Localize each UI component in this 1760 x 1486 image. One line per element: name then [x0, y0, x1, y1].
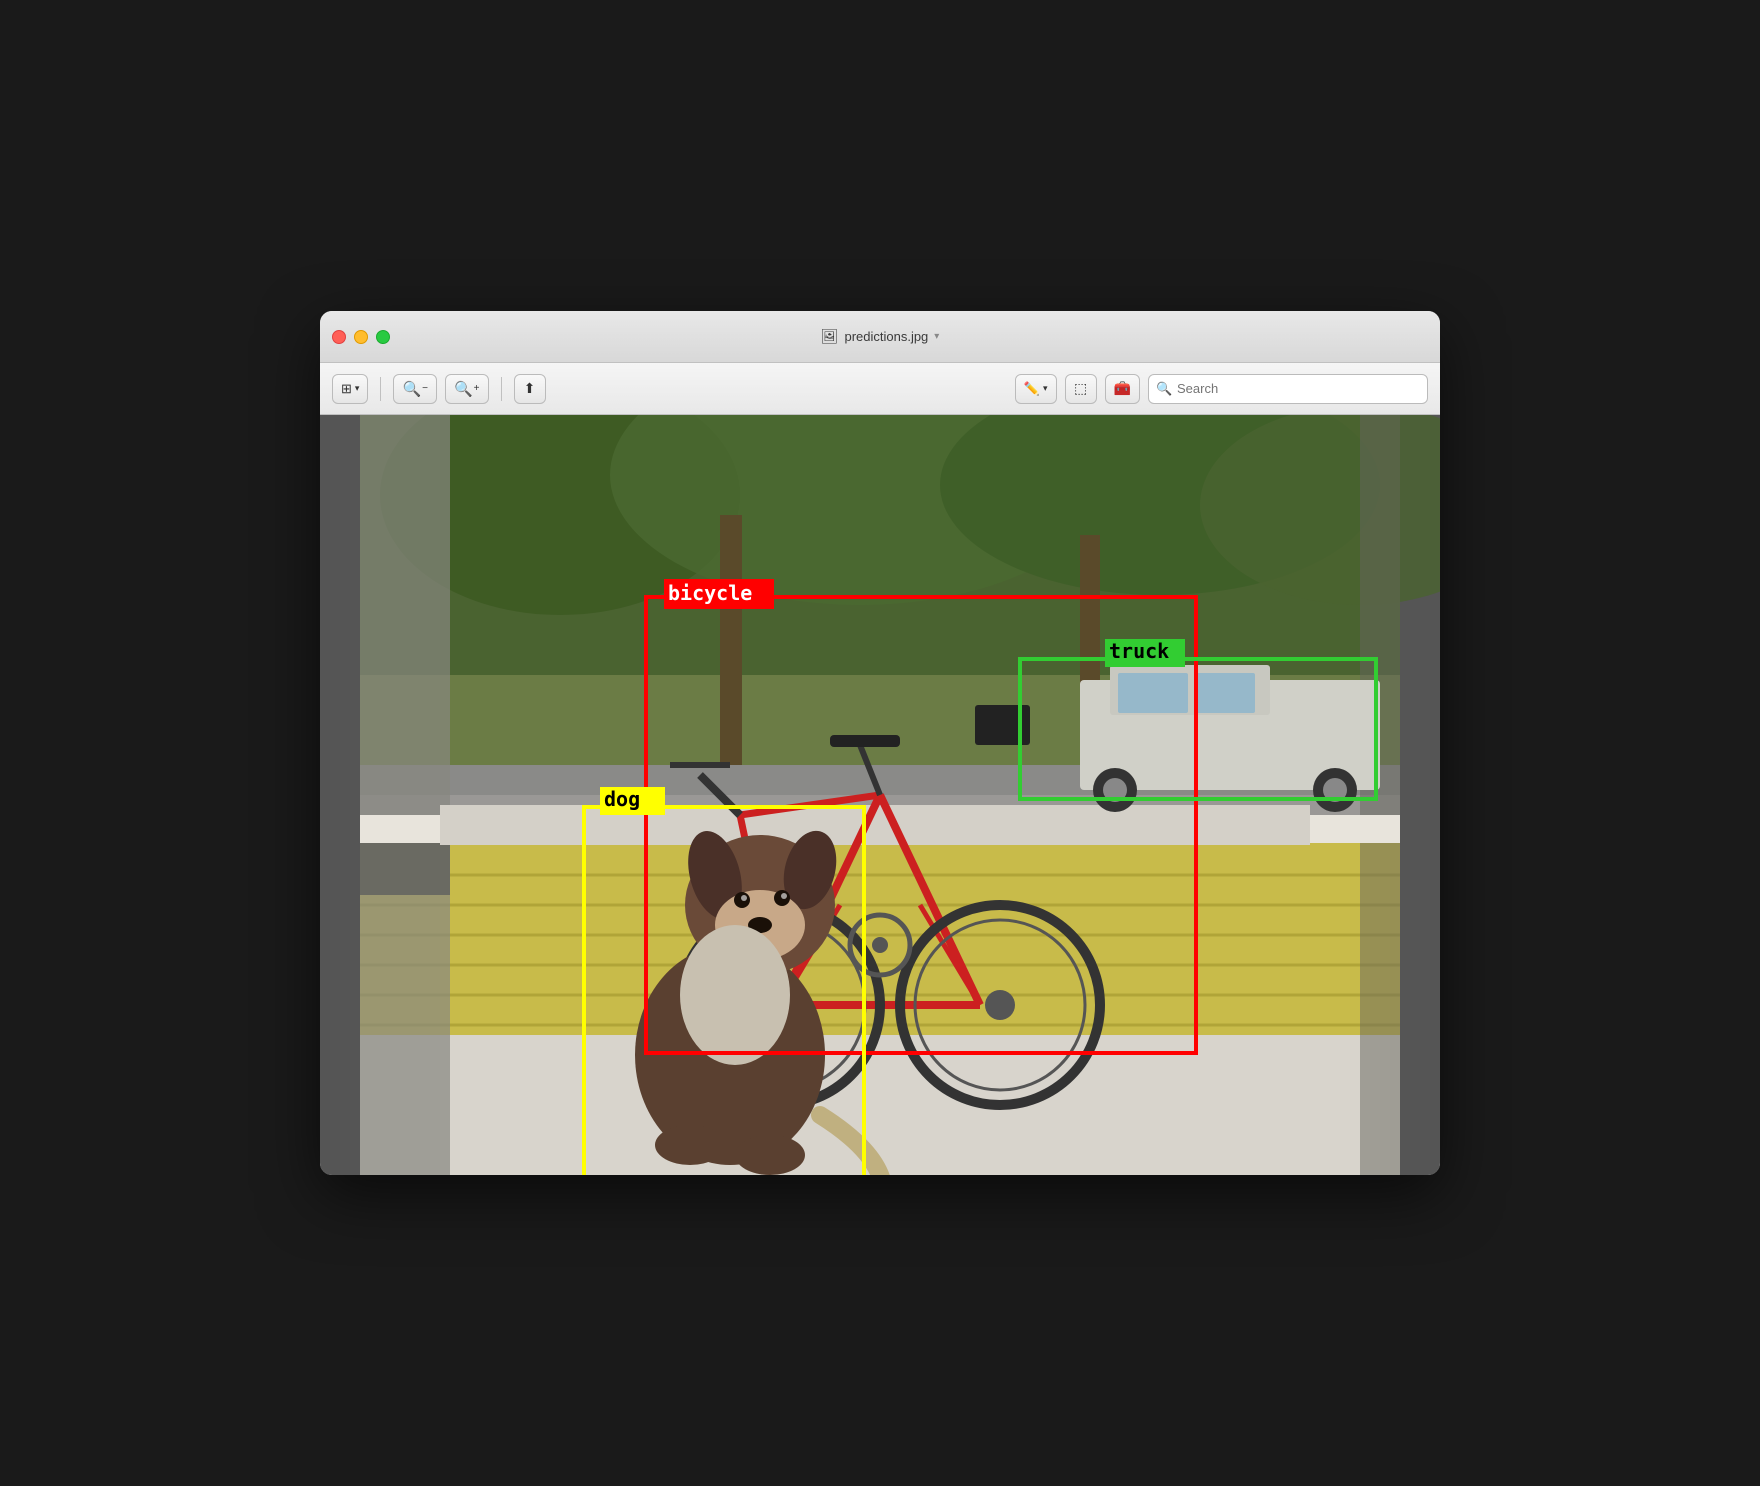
chevron-pencil-icon: ▾: [1043, 383, 1048, 394]
plus-icon: +: [474, 383, 480, 394]
zoom-in-button[interactable]: 🔍 +: [445, 374, 489, 404]
rotate-button[interactable]: ⬚: [1065, 374, 1097, 404]
file-icon: 🖼: [821, 328, 839, 345]
maximize-button[interactable]: [376, 330, 390, 344]
chevron-icon: ▾: [934, 331, 939, 342]
annotate-button[interactable]: ✏️ ▾: [1015, 374, 1057, 404]
close-button[interactable]: [332, 330, 346, 344]
titlebar: 🖼 predictions.jpg ▾: [320, 311, 1440, 363]
svg-text:truck: truck: [1109, 639, 1169, 663]
title-text: predictions.jpg: [844, 329, 928, 344]
toolbar-right: ✏️ ▾ ⬚ 🧰 🔍: [1015, 374, 1428, 404]
toolbox-icon: 🧰: [1114, 380, 1131, 397]
minimize-button[interactable]: [354, 330, 368, 344]
search-wrapper: 🔍: [1148, 374, 1428, 404]
share-button[interactable]: ⬆: [514, 374, 546, 404]
search-input[interactable]: [1148, 374, 1428, 404]
zoom-out-icon: 🔍: [402, 380, 421, 398]
pencil-icon: ✏️: [1024, 381, 1040, 397]
chevron-down-icon: ▾: [355, 383, 360, 394]
svg-text:dog: dog: [604, 787, 640, 811]
svg-text:bicycle: bicycle: [668, 581, 752, 605]
toolbar: ⊞ ▾ 🔍 − 🔍 + ⬆ ✏️ ▾ ⬚ 🧰: [320, 363, 1440, 415]
toolbox-button[interactable]: 🧰: [1105, 374, 1140, 404]
sidebar-toggle-button[interactable]: ⊞ ▾: [332, 374, 368, 404]
share-icon: ⬆: [524, 380, 536, 397]
zoom-out-button[interactable]: 🔍 −: [393, 374, 437, 404]
separator-2: [501, 377, 502, 401]
separator-1: [380, 377, 381, 401]
scene-svg: bicycle truck dog: [320, 415, 1440, 1175]
window-title: 🖼 predictions.jpg ▾: [821, 328, 940, 345]
sidebar-icon: ⊞: [341, 381, 352, 397]
traffic-lights: [332, 330, 390, 344]
image-container: bicycle truck dog: [320, 415, 1440, 1175]
rotate-icon: ⬚: [1074, 380, 1087, 397]
zoom-in-icon: 🔍: [454, 380, 473, 398]
main-window: 🖼 predictions.jpg ▾ ⊞ ▾ 🔍 − 🔍 + ⬆ ✏️ ▾: [320, 311, 1440, 1175]
minus-icon: −: [422, 383, 428, 394]
